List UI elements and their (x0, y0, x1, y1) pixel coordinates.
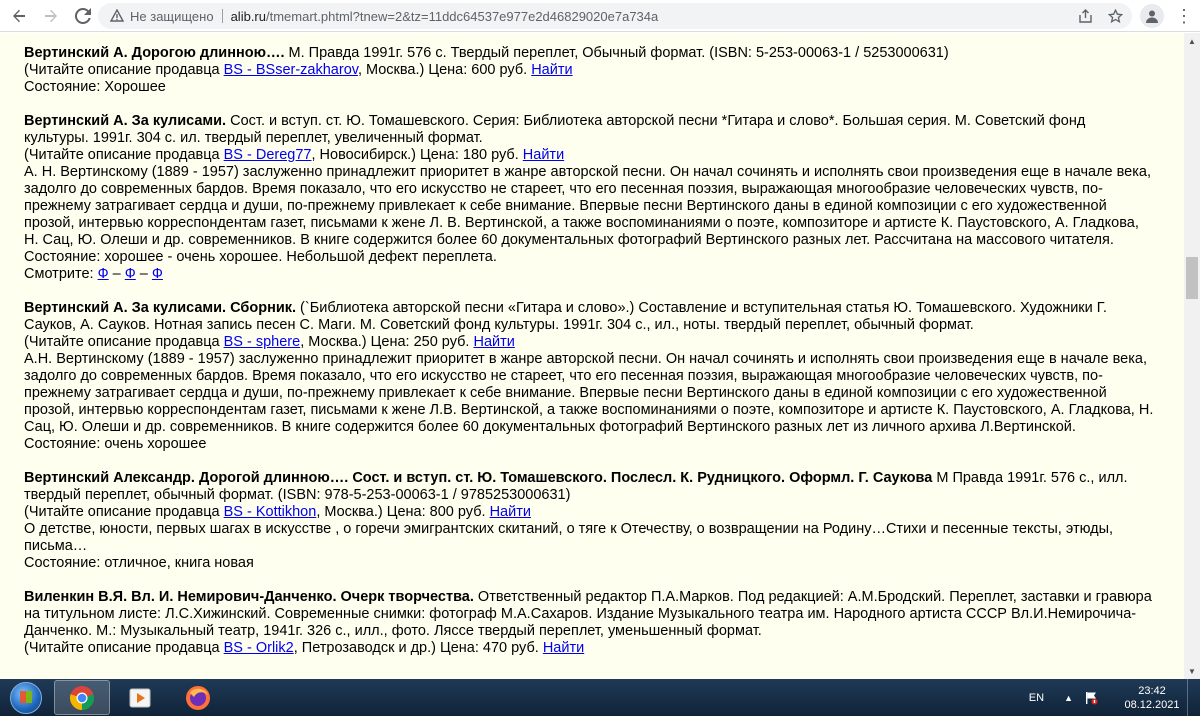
scroll-up-arrow-icon[interactable]: ▲ (1184, 33, 1200, 49)
seller-price: , Новосибирск.) Цена: 180 руб. (311, 147, 523, 163)
listing-entry: Вертинский А. За кулисами. Сборник. (`Би… (24, 300, 1154, 453)
browser-toolbar: Не защищено alib.ru/tmemart.phtml?tnew=2… (0, 0, 1200, 32)
arrow-right-icon (45, 9, 57, 22)
bookmark-star-icon[interactable] (1106, 7, 1124, 25)
seller-link[interactable]: BS - Orlik2 (224, 640, 294, 656)
book-description: М. Правда 1991г. 576 с. Твердый переплет… (284, 45, 949, 61)
book-title: Вертинский А. За кулисами. (24, 113, 227, 129)
photo-separator: – (108, 266, 125, 282)
annotation-text: О детстве, юности, первых шагах в искусс… (24, 521, 1114, 554)
taskbar-media-player[interactable] (112, 680, 168, 715)
book-title: Вертинский А. За кулисами. Сборник. (24, 300, 297, 316)
condition-text: Состояние: хорошее - очень хорошее. Небо… (24, 249, 497, 265)
annotation-text: А. Н. Вертинскому (1889 - 1957) заслужен… (24, 164, 1151, 248)
book-title: Вертинский Александр. Дорогой длинною…. … (24, 470, 933, 486)
taskbar-chrome[interactable] (54, 680, 110, 715)
seller-prefix: (Читайте описание продавца (24, 147, 224, 163)
listing-entry: Виленкин В.Я. Вл. И. Немирович-Данченко.… (24, 589, 1154, 657)
seller-prefix: (Читайте описание продавца (24, 62, 224, 78)
listing-entry: Вертинский Александр. Дорогой длинною…. … (24, 470, 1154, 572)
scrollbar-thumb[interactable] (1186, 257, 1198, 299)
windows-taskbar: EN ▲ 23:42 08.12.2021 (0, 679, 1200, 716)
seller-prefix: (Читайте описание продавца (24, 504, 224, 520)
see-label: Смотрите: (24, 266, 98, 282)
book-title: Виленкин В.Я. Вл. И. Немирович-Данченко.… (24, 589, 474, 605)
chrome-icon (70, 685, 94, 710)
seller-prefix: (Читайте описание продавца (24, 640, 224, 656)
action-center-flag-icon[interactable] (1083, 690, 1099, 706)
condition-text: Состояние: Хорошее (24, 79, 166, 95)
seller-link[interactable]: BS - sphere (224, 334, 301, 350)
seller-prefix: (Читайте описание продавца (24, 334, 224, 350)
photo-separator: – (135, 266, 152, 282)
scroll-down-arrow-icon[interactable]: ▼ (1184, 663, 1200, 679)
listing-entry: Вертинский А. Дорогою длинною…. М. Правд… (24, 45, 1154, 96)
condition-text: Состояние: отличное, книга новая (24, 555, 254, 571)
reload-icon (75, 7, 91, 24)
windows-logo-icon (10, 681, 42, 714)
photo-link[interactable]: Ф (152, 266, 163, 282)
back-button[interactable] (6, 3, 32, 29)
seller-link[interactable]: BS - Kottikhon (224, 504, 317, 520)
forward-button[interactable] (38, 3, 64, 29)
language-indicator[interactable]: EN (1029, 692, 1044, 704)
arrow-left-icon (13, 9, 25, 22)
url-path: /tmemart.phtml?tnew=2&tz=11ddc64537e977e… (266, 8, 659, 24)
taskbar-firefox[interactable] (170, 680, 226, 715)
clock-time: 23:42 (1138, 684, 1166, 697)
firefox-icon (186, 685, 210, 710)
reload-button[interactable] (70, 3, 96, 29)
find-link[interactable]: Найти (490, 504, 531, 520)
share-icon[interactable] (1076, 7, 1094, 25)
media-player-icon (129, 688, 151, 707)
page-viewport: Вертинский А. Дорогою длинною…. М. Правд… (0, 33, 1184, 679)
listing-entry: Вертинский А. За кулисами. Сост. и вступ… (24, 113, 1154, 283)
url-host: alib.ru (230, 8, 266, 24)
seller-price: , Москва.) Цена: 250 руб. (300, 334, 474, 350)
find-link[interactable]: Найти (473, 334, 514, 350)
find-link[interactable]: Найти (523, 147, 564, 163)
start-button[interactable] (4, 681, 48, 714)
vertical-scrollbar[interactable]: ▲ ▼ (1184, 33, 1200, 679)
seller-link[interactable]: BS - BSser-zakharov (224, 62, 358, 78)
show-hidden-icons-icon[interactable]: ▲ (1064, 693, 1073, 703)
seller-price: , Петрозаводск и др.) Цена: 470 руб. (293, 640, 543, 656)
show-desktop-button[interactable] (1187, 679, 1200, 716)
omnibox-divider (221, 9, 223, 23)
seller-price: , Москва.) Цена: 800 руб. (316, 504, 490, 520)
photo-link[interactable]: Ф (125, 266, 136, 282)
profile-avatar-icon[interactable] (1140, 4, 1164, 28)
listing-content: Вертинский А. Дорогою длинною…. М. Правд… (24, 45, 1154, 674)
clock-date: 08.12.2021 (1124, 698, 1180, 711)
seller-price: , Москва.) Цена: 600 руб. (357, 62, 532, 78)
kebab-menu-icon[interactable]: ⋮ (1174, 6, 1194, 26)
security-status[interactable]: Не защищено (130, 9, 214, 24)
annotation-text: А.Н. Вертинскому (1889 - 1957) заслуженн… (24, 351, 1154, 435)
system-clock[interactable]: 23:42 08.12.2021 (1117, 684, 1187, 712)
address-bar[interactable]: Не защищено alib.ru/tmemart.phtml?tnew=2… (98, 3, 1132, 29)
system-tray: EN ▲ 23:42 08.12.2021 (1029, 679, 1200, 716)
omnibox-actions (1076, 7, 1124, 25)
seller-link[interactable]: BS - Dereg77 (224, 147, 312, 163)
book-title: Вертинский А. Дорогою длинною…. (24, 45, 285, 61)
condition-text: Состояние: очень хорошее (24, 436, 207, 452)
photo-link[interactable]: Ф (98, 266, 109, 282)
find-link[interactable]: Найти (543, 640, 584, 656)
find-link[interactable]: Найти (531, 62, 572, 78)
warning-icon (110, 9, 124, 23)
